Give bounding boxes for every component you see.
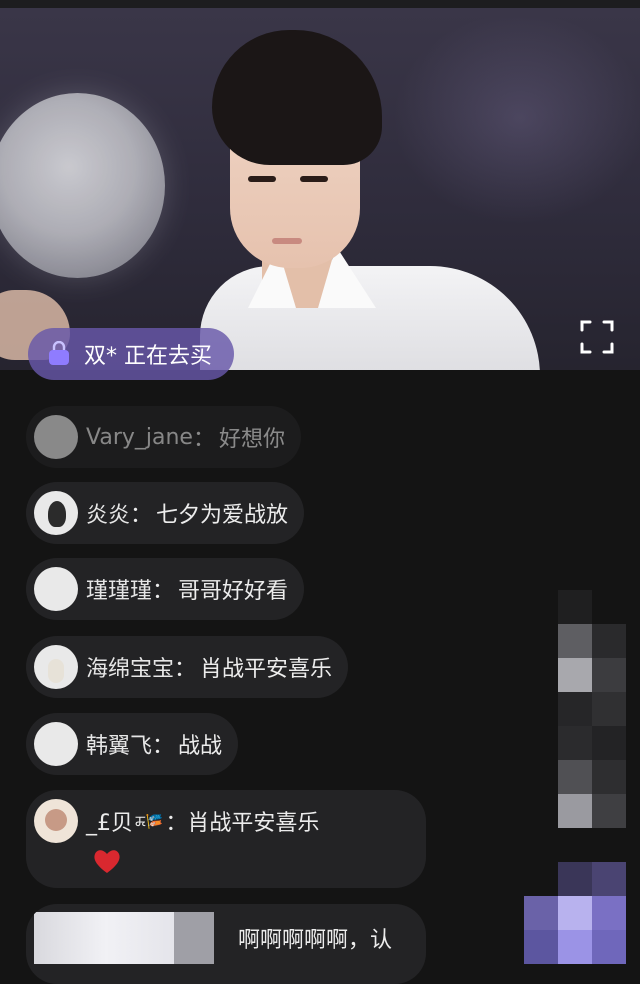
comment-item[interactable]: 啊啊啊啊啊，认 [26,904,426,984]
fullscreen-icon[interactable] [580,320,614,354]
avatar[interactable] [34,722,78,766]
comment-text: 战战 [178,734,223,759]
user-badges: ꯘ🎏 [135,813,164,830]
heart-icon [94,850,120,873]
comment-username[interactable]: _£贝 [86,805,133,837]
purchase-notice-text: 双* 正在去买 [84,344,212,369]
shopping-bag-icon [49,341,69,365]
comment-text: 哥哥好好看 [178,579,289,604]
avatar[interactable] [34,491,78,535]
comment-username[interactable]: Vary_jane [86,425,193,450]
avatar[interactable] [34,567,78,611]
streamer-figure [0,8,640,370]
comment-item[interactable]: Vary_jane： 好想你 [26,406,301,468]
avatar[interactable] [34,415,78,459]
avatar[interactable] [34,645,78,689]
redacted-username-block [34,912,214,964]
purchase-notice: 双* 正在去买 [28,328,234,380]
comment-item[interactable]: 韩翼飞： 战战 [26,713,239,775]
comment-text: 啊啊啊啊啊，认 [238,928,393,953]
comment-username[interactable]: 炎炎 [86,497,130,529]
comment-text: 肖战平安喜乐 [187,811,320,836]
comment-item[interactable]: 海绵宝宝： 肖战平安喜乐 [26,636,349,698]
comment-username[interactable]: 瑾瑾瑾 [86,573,152,605]
top-status-strip [0,0,640,8]
redacted-mosaic [524,590,626,964]
comment-item[interactable]: 炎炎： 七夕为爱战放 [26,482,305,544]
live-video[interactable] [0,8,640,370]
comment-item[interactable]: _£贝 ꯘ🎏 ： 肖战平安喜乐 [26,790,426,888]
comment-username[interactable]: 海绵宝宝 [86,651,174,683]
comment-text: 好想你 [218,427,285,452]
comment-item[interactable]: 瑾瑾瑾： 哥哥好好看 [26,558,305,620]
comment-text: 七夕为爱战放 [156,503,289,528]
comment-text: 肖战平安喜乐 [200,657,333,682]
avatar[interactable] [34,799,78,843]
comment-username[interactable]: 韩翼飞 [86,728,152,760]
